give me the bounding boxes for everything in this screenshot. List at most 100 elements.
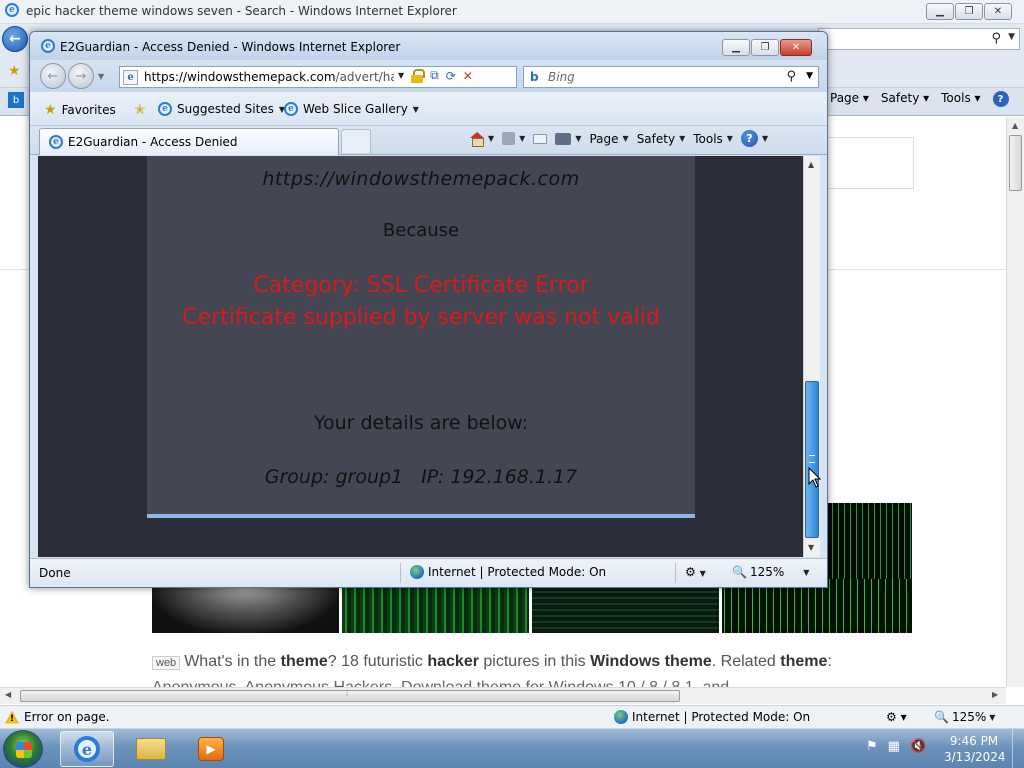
page-viewport: https://windowsthemepack.com Because Cat… xyxy=(38,156,803,557)
error-indicator[interactable]: ! Error on page. xyxy=(5,710,110,724)
safety-menu[interactable]: Safety ▾ xyxy=(881,91,929,107)
bing-icon[interactable]: b xyxy=(8,92,24,108)
start-button[interactable] xyxy=(3,730,43,768)
grip-icon: ⦙ xyxy=(346,689,349,699)
divider xyxy=(675,563,676,583)
chevron-down-icon[interactable]: ▼ xyxy=(989,713,995,722)
vertical-scrollbar[interactable]: ▲ ▼ xyxy=(803,156,820,557)
flag-icon[interactable]: ⚑ xyxy=(866,739,878,754)
scroll-down-arrow[interactable]: ▼ xyxy=(808,543,814,552)
clock-date: 3/13/2024 xyxy=(944,750,1006,764)
zoom-control[interactable]: 🔍 125% ▼ xyxy=(934,710,995,724)
back-button[interactable]: ← xyxy=(2,26,28,52)
tools-menu[interactable]: Tools ▼ xyxy=(693,132,733,146)
network-icon[interactable]: ▦ xyxy=(888,739,900,754)
print-button[interactable]: ▼ xyxy=(555,132,581,145)
chevron-down-icon[interactable]: ▼ xyxy=(398,71,404,80)
volume-muted-icon[interactable]: 🔇 xyxy=(910,739,926,754)
taskbar-media-player-button[interactable]: ▶ xyxy=(184,731,238,767)
bing-icon: b xyxy=(530,70,539,84)
scroll-up-arrow[interactable]: ▲ xyxy=(808,160,814,169)
new-tab-button[interactable] xyxy=(341,129,371,153)
taskbar-ie-button[interactable]: e xyxy=(60,731,114,767)
foreground-window-titlebar[interactable]: e E2Guardian - Access Denied - Windows I… xyxy=(30,32,827,60)
search-box[interactable]: b Bing ⚲ ▼ xyxy=(523,66,819,88)
background-window-title: epic hacker theme windows seven - Search… xyxy=(26,4,457,18)
status-bar: Done Internet | Protected Mode: On ⚙ ▼ 🔍… xyxy=(30,558,827,587)
grip-icon xyxy=(809,455,815,463)
chevron-down-icon[interactable]: ▼ xyxy=(1008,32,1015,42)
star-icon[interactable]: ★ xyxy=(8,63,21,79)
minimize-button[interactable]: ▁ xyxy=(926,3,954,20)
page-menu[interactable]: Page ▾ xyxy=(830,91,869,107)
result-tag: web xyxy=(152,656,181,670)
search-icon[interactable]: ⚲ xyxy=(786,69,796,84)
chevron-down-icon[interactable]: ▼ xyxy=(806,71,813,81)
home-icon xyxy=(470,132,484,147)
snippet-fragment: theme xyxy=(664,653,712,670)
scrollbar-thumb[interactable] xyxy=(20,690,680,702)
read-mail-button[interactable] xyxy=(533,133,548,144)
address-bar-tools: ▼ ⧉ ⟳ ✕ xyxy=(398,68,473,83)
scroll-left-arrow[interactable]: ◀ xyxy=(5,690,11,699)
forward-button[interactable]: → xyxy=(68,63,94,89)
scrollbar-thumb[interactable] xyxy=(805,381,819,538)
zoom-control[interactable]: 🔍 125% ▼ xyxy=(732,565,809,579)
tab-bar: e E2Guardian - Access Denied ▼ ▼ ▼ Page ▼… xyxy=(30,126,827,155)
ie-icon: e xyxy=(158,102,172,116)
tab-access-denied[interactable]: e E2Guardian - Access Denied xyxy=(39,128,339,155)
suggested-sites-button[interactable]: e Suggested Sites ▼ xyxy=(158,102,285,116)
vertical-scrollbar[interactable]: ▲ xyxy=(1006,117,1024,687)
chevron-down-icon[interactable]: ▼ xyxy=(803,568,809,577)
access-denied-panel: https://windowsthemepack.com Because Cat… xyxy=(147,156,695,518)
back-button[interactable]: ← xyxy=(40,63,66,89)
block-reason: Certificate supplied by server was not v… xyxy=(182,305,660,330)
scroll-up-arrow[interactable]: ▲ xyxy=(1012,121,1018,130)
address-bar[interactable]: e https://windowsthemepack.com/advert/ha… xyxy=(119,66,517,88)
add-to-favorites-bar-button[interactable]: ✭ xyxy=(134,102,146,118)
clock[interactable]: 9:46 PM 3/13/2024 xyxy=(944,733,1006,765)
scrollbar-thumb[interactable] xyxy=(1009,135,1022,191)
maximize-button[interactable]: ❐ xyxy=(751,39,779,56)
home-button[interactable]: ▼ xyxy=(470,132,494,147)
taskbar-explorer-button[interactable] xyxy=(124,731,178,767)
address-url[interactable]: https://windowsthemepack.com/advert/hack… xyxy=(144,70,394,84)
lock-icon[interactable] xyxy=(411,68,426,83)
gear-icon[interactable]: ⚙ ▾ xyxy=(886,710,907,724)
feeds-button[interactable]: ▼ xyxy=(502,132,525,145)
security-zone[interactable]: Internet | Protected Mode: On xyxy=(614,710,810,724)
command-bar: ▼ ▼ ▼ Page ▼ Safety ▼ Tools ▼ ? ▼ xyxy=(470,130,768,147)
minimize-button[interactable]: ▁ xyxy=(722,39,750,56)
ie-icon: e xyxy=(284,102,298,116)
safety-menu[interactable]: Safety ▼ xyxy=(637,132,686,146)
snippet-fragment: Windows xyxy=(590,653,661,670)
recent-pages-dropdown[interactable]: ▼ xyxy=(98,72,104,81)
stop-icon[interactable]: ✕ xyxy=(463,69,473,83)
scroll-right-arrow[interactable]: ▶ xyxy=(992,690,998,699)
star-add-icon: ✭ xyxy=(134,102,146,118)
compatibility-view-icon[interactable]: ⧉ xyxy=(430,68,439,83)
globe-icon xyxy=(614,710,628,724)
page-menu[interactable]: Page ▼ xyxy=(589,132,628,146)
search-icon[interactable]: ⚲ xyxy=(991,31,1001,46)
warning-icon: ! xyxy=(5,710,19,724)
foreground-window-controls: ▁ ❐ ✕ xyxy=(722,39,812,56)
search-placeholder: Bing xyxy=(548,70,575,84)
web-slice-gallery-button[interactable]: e Web Slice Gallery ▼ xyxy=(284,102,419,116)
help-icon[interactable]: ? xyxy=(992,91,1009,107)
snippet-fragment: ? 18 futuristic xyxy=(327,653,428,670)
refresh-icon[interactable]: ⟳ xyxy=(446,69,456,83)
snippet-fragment: hacker xyxy=(427,653,479,670)
favorites-button[interactable]: ★ Favorites xyxy=(44,102,116,118)
horizontal-scrollbar[interactable]: ◀ ⦙ ▶ xyxy=(0,687,1006,704)
show-desktop-button[interactable] xyxy=(1012,729,1024,768)
divider xyxy=(400,563,401,583)
help-button[interactable]: ? ▼ xyxy=(740,130,768,147)
close-button[interactable]: ✕ xyxy=(984,3,1012,20)
close-button[interactable]: ✕ xyxy=(780,39,812,56)
tools-menu[interactable]: Tools ▾ xyxy=(941,91,980,107)
gear-icon[interactable]: ⚙ ▼ xyxy=(685,565,706,579)
background-search-box[interactable]: ⚲ ▼ xyxy=(818,28,1020,50)
security-zone[interactable]: Internet | Protected Mode: On xyxy=(410,565,606,579)
maximize-button[interactable]: ❐ xyxy=(955,3,983,20)
